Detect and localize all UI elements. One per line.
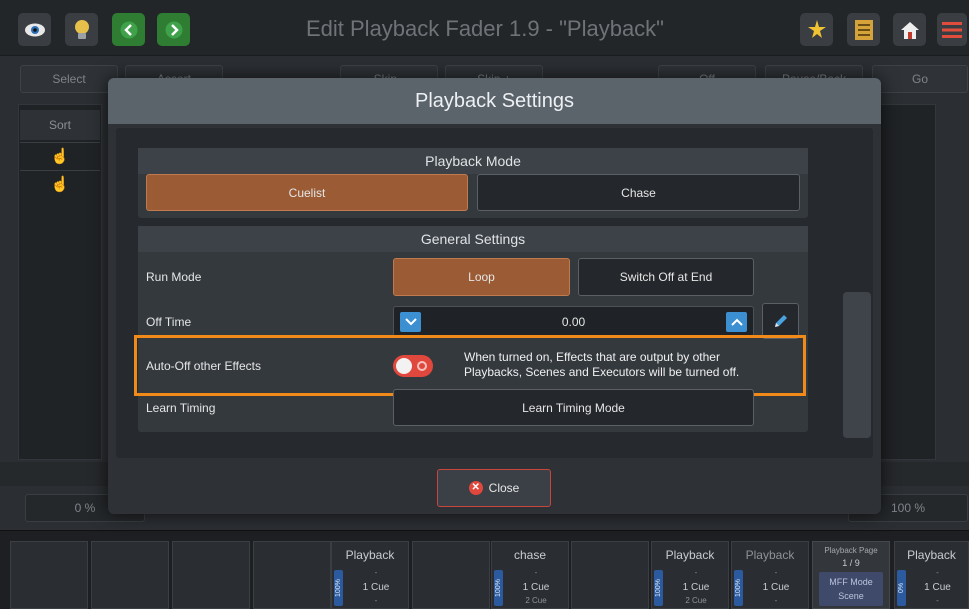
playback-name: Playback — [345, 548, 395, 562]
section-heading: General Settings — [138, 226, 808, 252]
playback-page-label: Playback Page — [824, 546, 878, 555]
chevron-right-icon[interactable] — [157, 13, 190, 46]
edit-pencil-icon[interactable] — [762, 303, 799, 339]
cue-count: 1 Cue — [682, 582, 710, 593]
switch-off-at-end-button[interactable]: Switch Off at End — [578, 258, 754, 296]
hand-icon: ☝ — [20, 170, 100, 196]
playback-name: Playback — [907, 548, 956, 562]
eye-icon[interactable] — [18, 13, 51, 46]
close-button[interactable]: ✕ Close — [437, 469, 551, 507]
loop-button[interactable]: Loop — [393, 258, 570, 296]
playback-slot-empty[interactable] — [10, 541, 88, 609]
off-time-field[interactable]: 0.00 — [393, 306, 754, 337]
playback-line: - — [534, 568, 538, 577]
run-mode-label: Run Mode — [146, 270, 202, 284]
select-button[interactable]: Select — [20, 65, 118, 93]
chevron-up-icon[interactable] — [726, 312, 747, 332]
playback-name: Playback — [745, 548, 795, 562]
mff-mode-value: Scene — [838, 591, 864, 601]
playback-slot[interactable]: Playback 100% - 1 Cue - — [331, 541, 409, 609]
cue-count: 1 Cue — [924, 582, 951, 593]
playback-slot-empty[interactable] — [172, 541, 250, 609]
level-bar: 0% — [897, 570, 906, 606]
playback-name: Playback — [665, 548, 715, 562]
playback-line: - — [694, 568, 698, 577]
playback-slot-empty[interactable] — [253, 541, 331, 609]
magic-icon[interactable] — [800, 13, 833, 46]
go-button[interactable]: Go — [872, 65, 968, 93]
playback-line: 2 Cue — [685, 596, 707, 605]
cue-count: 1 Cue — [522, 582, 550, 593]
level-bar: 100% — [734, 570, 743, 606]
chevron-left-icon[interactable] — [112, 13, 145, 46]
section-heading: Playback Mode — [138, 148, 808, 174]
close-label: Close — [488, 481, 520, 495]
level-bar: 100% — [494, 570, 503, 606]
playback-settings-dialog: Playback Settings Playback Mode Cuelist … — [108, 78, 881, 514]
sort-header[interactable]: Sort — [20, 110, 100, 140]
right-panel — [878, 104, 936, 460]
off-time-value: 0.00 — [561, 315, 586, 329]
playback-line: - — [774, 568, 778, 577]
playback-page-value: 1 / 9 — [842, 558, 860, 568]
cuelist-mode-button[interactable]: Cuelist — [146, 174, 468, 211]
playback-line: - — [374, 596, 378, 605]
playback-line: 2 Cue — [525, 596, 547, 605]
playback-line: - — [936, 568, 939, 577]
chevron-down-icon[interactable] — [400, 312, 421, 332]
level-bar: 100% — [334, 570, 343, 606]
playback-mode-section: Playback Mode Cuelist Chase — [138, 148, 808, 218]
menu-icon[interactable] — [937, 13, 967, 46]
playback-slot[interactable]: Playback 100% - 1 Cue - — [731, 541, 809, 609]
close-icon: ✕ — [468, 481, 483, 495]
top-bar: Edit Playback Fader 1.9 - "Playback" — [0, 0, 969, 56]
hand-icon: ☝ — [20, 142, 100, 168]
mff-mode-button[interactable]: MFF Mode Scene — [819, 572, 883, 606]
playback-page-control[interactable]: Playback Page 1 / 9 MFF Mode Scene — [812, 541, 890, 609]
mff-mode-label: MFF Mode — [829, 577, 873, 587]
off-time-label: Off Time — [146, 315, 192, 329]
playback-slot[interactable]: Playback 0% - 1 Cue - — [894, 541, 969, 609]
chase-mode-button[interactable]: Chase — [477, 174, 800, 211]
playback-slot-empty[interactable] — [571, 541, 649, 609]
learn-timing-mode-button[interactable]: Learn Timing Mode — [393, 389, 754, 426]
playback-slot-empty[interactable] — [412, 541, 490, 609]
dialog-title: Playback Settings — [108, 78, 881, 124]
playback-slot[interactable]: chase 100% - 1 Cue 2 Cue — [491, 541, 569, 609]
learn-timing-label: Learn Timing — [146, 401, 216, 415]
highlight-annotation — [134, 335, 806, 396]
playback-slot[interactable]: Playback 100% - 1 Cue 2 Cue — [651, 541, 729, 609]
home-icon[interactable] — [893, 13, 926, 46]
playback-slot-empty[interactable] — [91, 541, 169, 609]
playback-line: - — [374, 568, 378, 577]
playback-name: chase — [513, 548, 547, 562]
level-bar: 100% — [654, 570, 663, 606]
sheet-icon[interactable] — [847, 13, 880, 46]
dialog-scrollbar[interactable] — [843, 292, 871, 438]
cue-count: 1 Cue — [362, 582, 390, 593]
playback-line: - — [936, 596, 939, 605]
playback-line: - — [774, 596, 778, 605]
window-title: Edit Playback Fader 1.9 - "Playback" — [305, 16, 664, 41]
bulb-icon[interactable] — [65, 13, 98, 46]
cue-count: 1 Cue — [762, 582, 790, 593]
